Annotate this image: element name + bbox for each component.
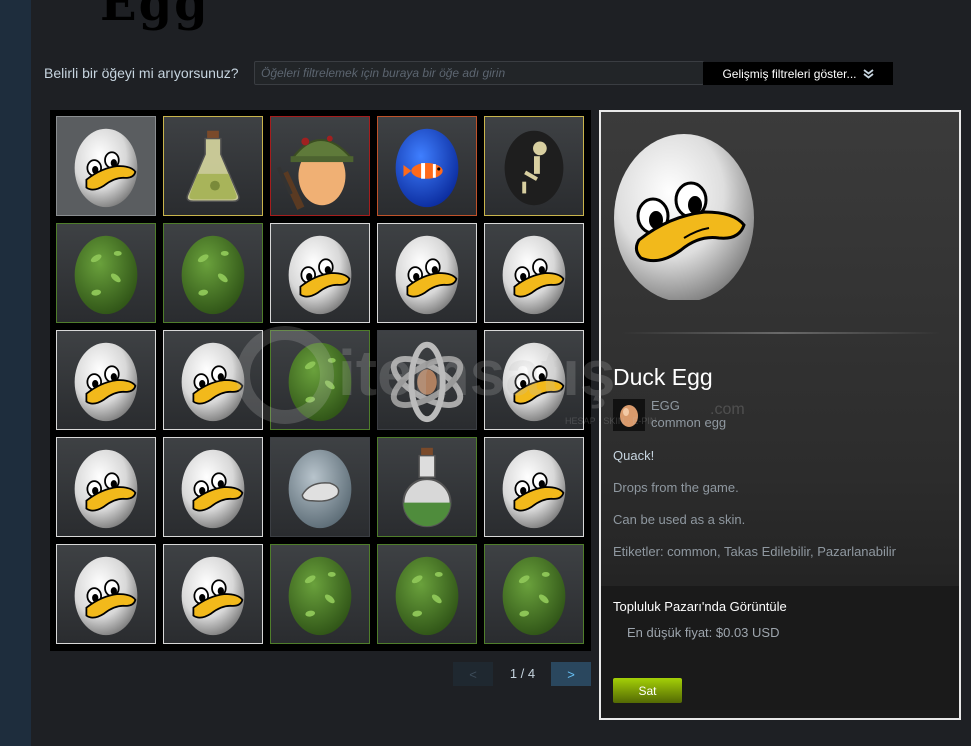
- leaf-egg-icon: [288, 556, 352, 636]
- inventory-grid: [50, 110, 591, 651]
- inventory-item-duck[interactable]: [56, 437, 156, 537]
- game-title: Egg: [100, 0, 210, 32]
- left-sidebar-edge: [0, 0, 31, 746]
- duck-egg-icon: [74, 128, 138, 208]
- inventory-item-duck[interactable]: [163, 437, 263, 537]
- inventory-item-soldier[interactable]: [270, 116, 370, 216]
- advanced-filters-label: Gelişmiş filtreleri göster...: [722, 66, 857, 81]
- duck-egg-icon: [288, 235, 352, 315]
- inventory-item-duck[interactable]: [484, 223, 584, 323]
- duck-egg-icon: [74, 449, 138, 529]
- duck-egg-icon: [502, 449, 566, 529]
- soldier-egg-icon: [276, 135, 354, 210]
- inventory-item-leaf[interactable]: [270, 330, 370, 430]
- inventory-item-leaf[interactable]: [484, 544, 584, 644]
- duck-egg-icon: [74, 556, 138, 636]
- sell-button[interactable]: Sat: [613, 678, 682, 703]
- clownfish-egg-icon: [395, 128, 459, 208]
- inventory-item-duck[interactable]: [163, 544, 263, 644]
- duck-egg-icon: [502, 342, 566, 422]
- egg-game-icon: [613, 399, 645, 431]
- item-description-1: Drops from the game.: [613, 480, 739, 495]
- inventory-item-duck[interactable]: [484, 437, 584, 537]
- item-game: EGG: [651, 398, 680, 413]
- inventory-item-atom[interactable]: [377, 330, 477, 430]
- duck-egg-icon: [74, 342, 138, 422]
- leaf-egg-icon: [181, 235, 245, 315]
- item-name: Duck Egg: [613, 364, 713, 390]
- duck-egg-icon: [181, 556, 245, 636]
- inventory-item-duck[interactable]: [56, 544, 156, 644]
- inventory-item-duck[interactable]: [163, 330, 263, 430]
- duck-egg-icon: [395, 235, 459, 315]
- inventory-item-leaf[interactable]: [377, 544, 477, 644]
- inventory-item-leaf[interactable]: [270, 544, 370, 644]
- inventory-item-duck[interactable]: [377, 223, 477, 323]
- market-link[interactable]: Topluluk Pazarı'nda Görüntüle: [613, 599, 787, 614]
- inventory-item-leaf[interactable]: [56, 223, 156, 323]
- inventory-item-duck[interactable]: [56, 116, 156, 216]
- market-lowest-price: En düşük fiyat: $0.03 USD: [627, 625, 780, 640]
- leaf-egg-icon: [502, 556, 566, 636]
- inventory-item-duck[interactable]: [56, 330, 156, 430]
- inventory-item-greenflask[interactable]: [377, 437, 477, 537]
- search-label: Belirli bir öğeyi mi arıyorsunuz?: [44, 65, 239, 81]
- greenflask-egg-icon: [402, 447, 452, 528]
- item-type: common egg: [651, 415, 727, 430]
- chevron-double-down-icon: [862, 68, 874, 79]
- item-description-2: Can be used as a skin.: [613, 512, 746, 527]
- skeleton-egg-icon: [504, 130, 564, 206]
- advanced-filters-button[interactable]: Gelişmiş filtreleri göster...: [703, 62, 893, 85]
- stone-egg-icon: [288, 449, 352, 529]
- leaf-egg-icon: [395, 556, 459, 636]
- prev-page-button[interactable]: <: [453, 662, 493, 686]
- page-indicator: 1 / 4: [509, 666, 536, 681]
- item-tags: Etiketler: common, Takas Edilebilir, Paz…: [613, 544, 896, 559]
- search-input[interactable]: [254, 61, 704, 85]
- inventory-item-duck[interactable]: [484, 330, 584, 430]
- inventory-item-duck[interactable]: [270, 223, 370, 323]
- inventory-item-skeleton[interactable]: [484, 116, 584, 216]
- leaf-egg-icon: [288, 342, 352, 422]
- duck-egg-icon: [502, 235, 566, 315]
- inventory-item-potion[interactable]: [163, 116, 263, 216]
- potion-egg-icon: [186, 130, 240, 203]
- duck-egg-large-image: [614, 134, 754, 300]
- duck-egg-icon: [181, 449, 245, 529]
- item-quote: Quack!: [613, 448, 655, 463]
- duck-egg-icon: [181, 342, 245, 422]
- inventory-item-clownfish[interactable]: [377, 116, 477, 216]
- image-separator: [621, 332, 941, 334]
- atom-egg-icon: [390, 341, 464, 423]
- leaf-egg-icon: [74, 235, 138, 315]
- inventory-item-stone[interactable]: [270, 437, 370, 537]
- next-page-button[interactable]: >: [551, 662, 591, 686]
- inventory-item-leaf[interactable]: [163, 223, 263, 323]
- item-detail-panel: Duck Egg EGG common egg Quack! Drops fro…: [599, 110, 961, 720]
